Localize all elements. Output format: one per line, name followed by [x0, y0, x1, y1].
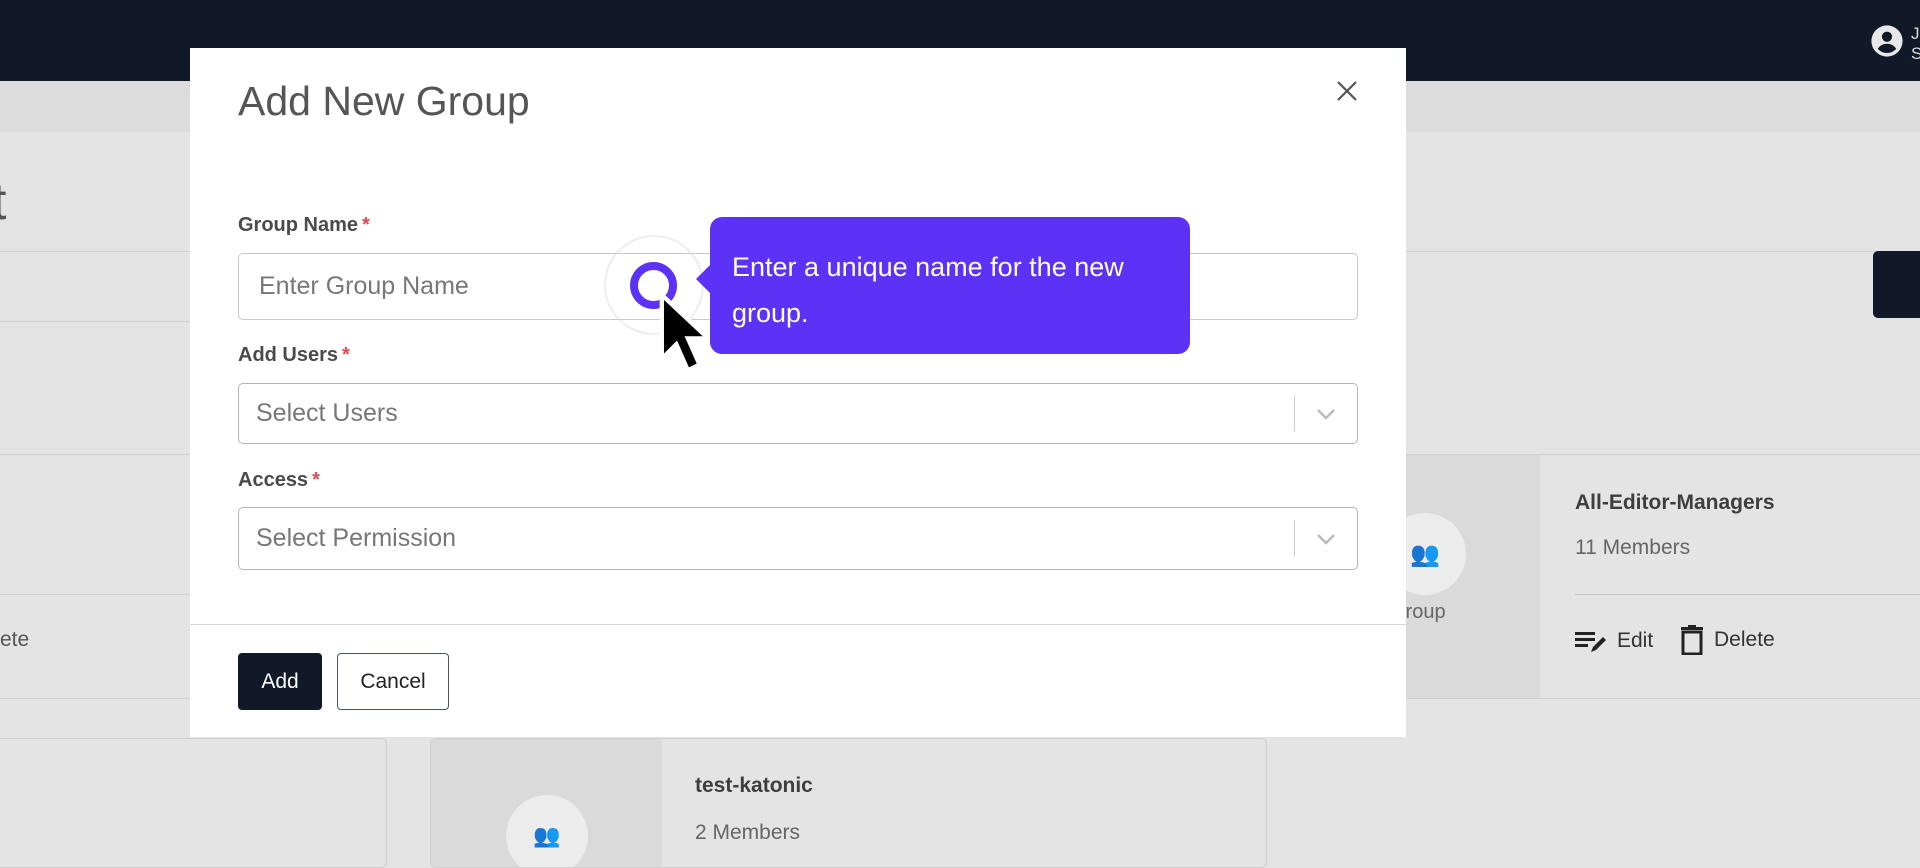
tooltip-text: Enter a unique name for the new group.	[732, 252, 1124, 328]
group-name-label: Group Name *	[238, 214, 370, 236]
modal-footer-divider	[190, 624, 1406, 625]
modal-title: Add New Group	[238, 78, 530, 124]
access-select[interactable]: Select Permission	[238, 507, 1358, 570]
access-placeholder: Select Permission	[256, 524, 457, 552]
add-button[interactable]: Add	[238, 653, 322, 710]
add-group-modal: Add New Group Group Name * Enter Group Na…	[190, 48, 1406, 737]
tooltip: Enter a unique name for the new group.	[696, 217, 1190, 354]
access-label: Access *	[238, 469, 320, 491]
add-users-label: Add Users *	[238, 344, 350, 366]
close-icon[interactable]	[1334, 78, 1360, 104]
cursor-icon	[659, 292, 714, 374]
chevron-down-icon	[1317, 408, 1335, 420]
chevron-down-icon	[1317, 533, 1335, 545]
add-users-placeholder: Select Users	[256, 399, 398, 427]
group-name-placeholder: Enter Group Name	[259, 272, 469, 300]
cancel-button[interactable]: Cancel	[337, 653, 449, 710]
add-users-select[interactable]: Select Users	[238, 383, 1358, 444]
